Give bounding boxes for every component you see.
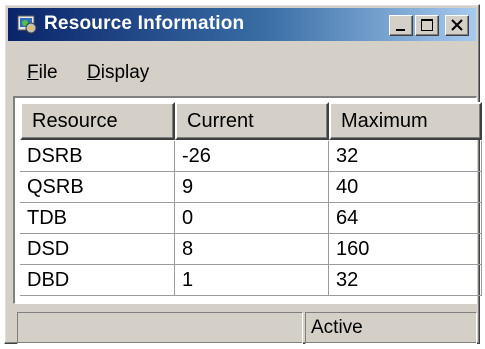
app-icon <box>17 14 38 35</box>
menu-bar: File Display <box>8 45 476 84</box>
maximize-button[interactable] <box>415 15 439 36</box>
column-header-maximum[interactable]: Maximum <box>329 102 482 140</box>
status-bar-left-pane <box>17 312 303 344</box>
menu-display-label: isplay <box>100 62 150 83</box>
resource-table: Resource Current Maximum DSRB -26 32 QSR… <box>13 96 482 304</box>
table-cell-current[interactable]: 0 <box>175 203 329 234</box>
resource-information-window: Resource Information File Display Resour… <box>4 4 482 344</box>
menu-file[interactable]: File <box>27 62 58 84</box>
table-cell-maximum[interactable]: 40 <box>329 172 482 203</box>
close-icon <box>451 19 463 31</box>
close-button[interactable] <box>445 15 469 36</box>
table-cell-resource[interactable]: DBD <box>20 265 175 296</box>
menu-display[interactable]: Display <box>87 62 149 84</box>
table-cell-current[interactable]: 8 <box>175 234 329 265</box>
table-cell-resource[interactable]: TDB <box>20 203 175 234</box>
menu-file-label: ile <box>38 62 58 83</box>
table-cell-maximum[interactable]: 64 <box>329 203 482 234</box>
column-header-current[interactable]: Current <box>175 102 329 140</box>
status-bar-state: Active <box>305 312 477 344</box>
title-bar[interactable]: Resource Information <box>8 8 476 41</box>
maximize-icon <box>421 19 433 31</box>
table-cell-current[interactable]: 9 <box>175 172 329 203</box>
menu-display-mnemonic: D <box>87 62 101 83</box>
menu-file-mnemonic: F <box>27 62 39 83</box>
table-cell-current[interactable]: -26 <box>175 141 329 172</box>
minimize-button[interactable] <box>389 15 413 36</box>
table-cell-resource[interactable]: DSD <box>20 234 175 265</box>
window-title: Resource Information <box>44 13 245 34</box>
column-header-resource[interactable]: Resource <box>20 102 175 140</box>
minimize-icon <box>396 29 405 31</box>
table-cell-resource[interactable]: QSRB <box>20 172 175 203</box>
table-cell-current[interactable]: 1 <box>175 265 329 296</box>
table-cell-maximum[interactable]: 160 <box>329 234 482 265</box>
table-cell-maximum[interactable]: 32 <box>329 141 482 172</box>
table-cell-maximum[interactable]: 32 <box>329 265 482 296</box>
table-cell-resource[interactable]: DSRB <box>20 141 175 172</box>
